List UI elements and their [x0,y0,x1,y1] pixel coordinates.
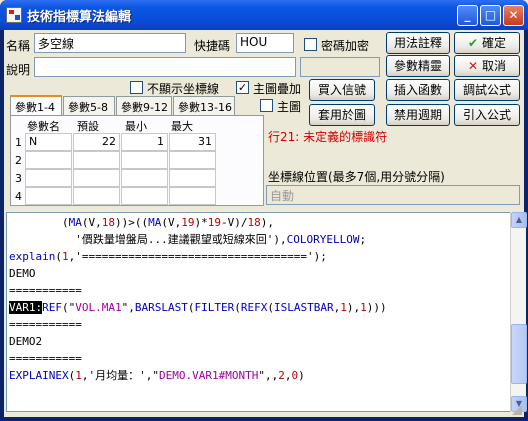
code-line: (MA(V,18))>((MA(V,19)*19-V)/18), [9,216,274,229]
description-extra-field [300,57,380,77]
main-overlay-checkbox[interactable]: ✓ [236,81,249,94]
code-line: =========== [9,318,82,331]
header-param-name: 參數名 [27,120,60,133]
description-label: 說明 [6,63,31,77]
tab-params-9-12[interactable]: 參數9-12 [116,96,172,115]
resize-grip-icon[interactable] [510,403,522,415]
header-default: 預設 [77,120,99,133]
buy-sell-signal-button[interactable]: 買入信號 [309,79,375,101]
row-number: 3 [15,172,22,185]
row-number: 2 [15,154,22,167]
code-line: =========== [9,352,82,365]
param-min-cell[interactable] [121,187,168,205]
apply-to-chart-button[interactable]: 套用於圖 [309,104,375,126]
scroll-thumb[interactable] [511,324,527,384]
param-default-cell[interactable] [73,169,120,187]
param-default-cell[interactable]: 22 [73,133,120,151]
code-line: '價跌量增盤局...建議觀望或短線來回'),COLORYELLOW; [9,233,367,246]
disable-period-button[interactable]: 禁用週期 [386,104,450,126]
param-max-cell[interactable] [169,169,216,187]
close-button[interactable]: ✕ [503,5,524,26]
encrypt-label: 密碼加密 [321,39,370,53]
formula-editor-window: 技術指標算法編輯 _ □ ✕ 名稱 多空線 快捷碼 HOU 密碼加密 用法註釋 … [0,0,528,421]
encrypt-checkbox[interactable] [304,38,317,51]
cancel-label: 取消 [482,59,507,73]
tab-params-5-8[interactable]: 參數5-8 [63,96,115,115]
description-field[interactable] [34,57,296,77]
hide-axis-label: 不顯示坐標線 [147,82,220,96]
header-max: 最大 [171,120,193,133]
minimize-button[interactable]: _ [457,5,478,26]
param-wizard-button[interactable]: 參數精靈 [386,55,450,77]
param-name-cell[interactable] [25,187,72,205]
param-name-cell[interactable] [25,151,72,169]
editor-scrollbar[interactable]: ▲ ▼ [510,212,527,412]
hotkey-label: 快捷碼 [194,39,231,53]
param-name-cell[interactable]: N [25,133,72,151]
code-line: explain(1,'=============================… [9,250,327,263]
name-label: 名稱 [6,39,31,53]
code-line: VAR1:REF("VOL.MA1",BARSLAST(FILTER(REFX(… [9,301,387,314]
syntax-help-button[interactable]: 用法註釋 [386,32,450,54]
code-editor[interactable]: (MA(V,18))>((MA(V,19)*19-V)/18), '價跌量增盤局… [6,212,512,412]
confirm-button[interactable]: ✔ 確定 [454,32,520,54]
insert-function-button[interactable]: 插入函數 [386,79,450,101]
window-title: 技術指標算法編輯 [27,10,132,25]
dialog-client: 名稱 多空線 快捷碼 HOU 密碼加密 用法註釋 ✔ 確定 說明 參數精靈 ✕ 取消… [4,30,527,417]
confirm-label: 確定 [482,36,507,50]
param-max-cell[interactable] [169,187,216,205]
param-name-cell[interactable] [25,169,72,187]
hide-axis-checkbox[interactable] [130,81,143,94]
cancel-icon: ✕ [467,59,479,73]
code-line: =========== [9,284,82,297]
row-number: 1 [15,136,22,149]
cancel-button[interactable]: ✕ 取消 [454,55,520,77]
header-min: 最小 [125,120,147,133]
tab-params-13-16[interactable]: 參數13-16 [173,96,235,115]
hotkey-field[interactable]: HOU [236,33,294,53]
error-message: 行21: 未定義的標識符 [268,130,388,144]
param-min-cell[interactable] [121,169,168,187]
param-max-cell[interactable] [169,151,216,169]
param-min-cell[interactable] [121,151,168,169]
param-table-panel: 參數名 預設 最小 最大 1 N 22 1 31 2 3 4 [10,115,264,206]
main-overlay-label: 主圖疊加 [253,82,302,96]
code-line: EXPLAINEX(1,'月均量：',"DEMO.VAR1#MONTH",,2,… [9,369,305,382]
app-icon [6,7,22,23]
name-field[interactable]: 多空線 [34,33,186,53]
axis-position-field[interactable]: 自動 [266,185,520,205]
import-formula-button[interactable]: 引入公式 [454,104,520,126]
row-number: 4 [15,190,22,203]
main-chart-checkbox[interactable] [260,99,273,112]
tab-params-1-4[interactable]: 參數1-4 [10,95,62,116]
check-icon: ✔ [467,36,479,50]
axis-position-label: 坐標線位置(最多7個,用分號分隔) [268,170,445,184]
param-default-cell[interactable] [73,187,120,205]
code-line: DEMO [9,267,36,280]
test-formula-button[interactable]: 調試公式 [454,79,520,101]
selected-text: VAR1: [9,301,43,314]
main-chart-label: 主圖 [277,100,302,114]
title-bar[interactable]: 技術指標算法編輯 _ □ ✕ [0,0,528,30]
code-line: DEMO2 [9,335,43,348]
maximize-button[interactable]: □ [480,5,501,26]
scroll-up-icon[interactable]: ▲ [511,212,527,228]
param-min-cell[interactable]: 1 [121,133,168,151]
param-max-cell[interactable]: 31 [169,133,216,151]
param-default-cell[interactable] [73,151,120,169]
